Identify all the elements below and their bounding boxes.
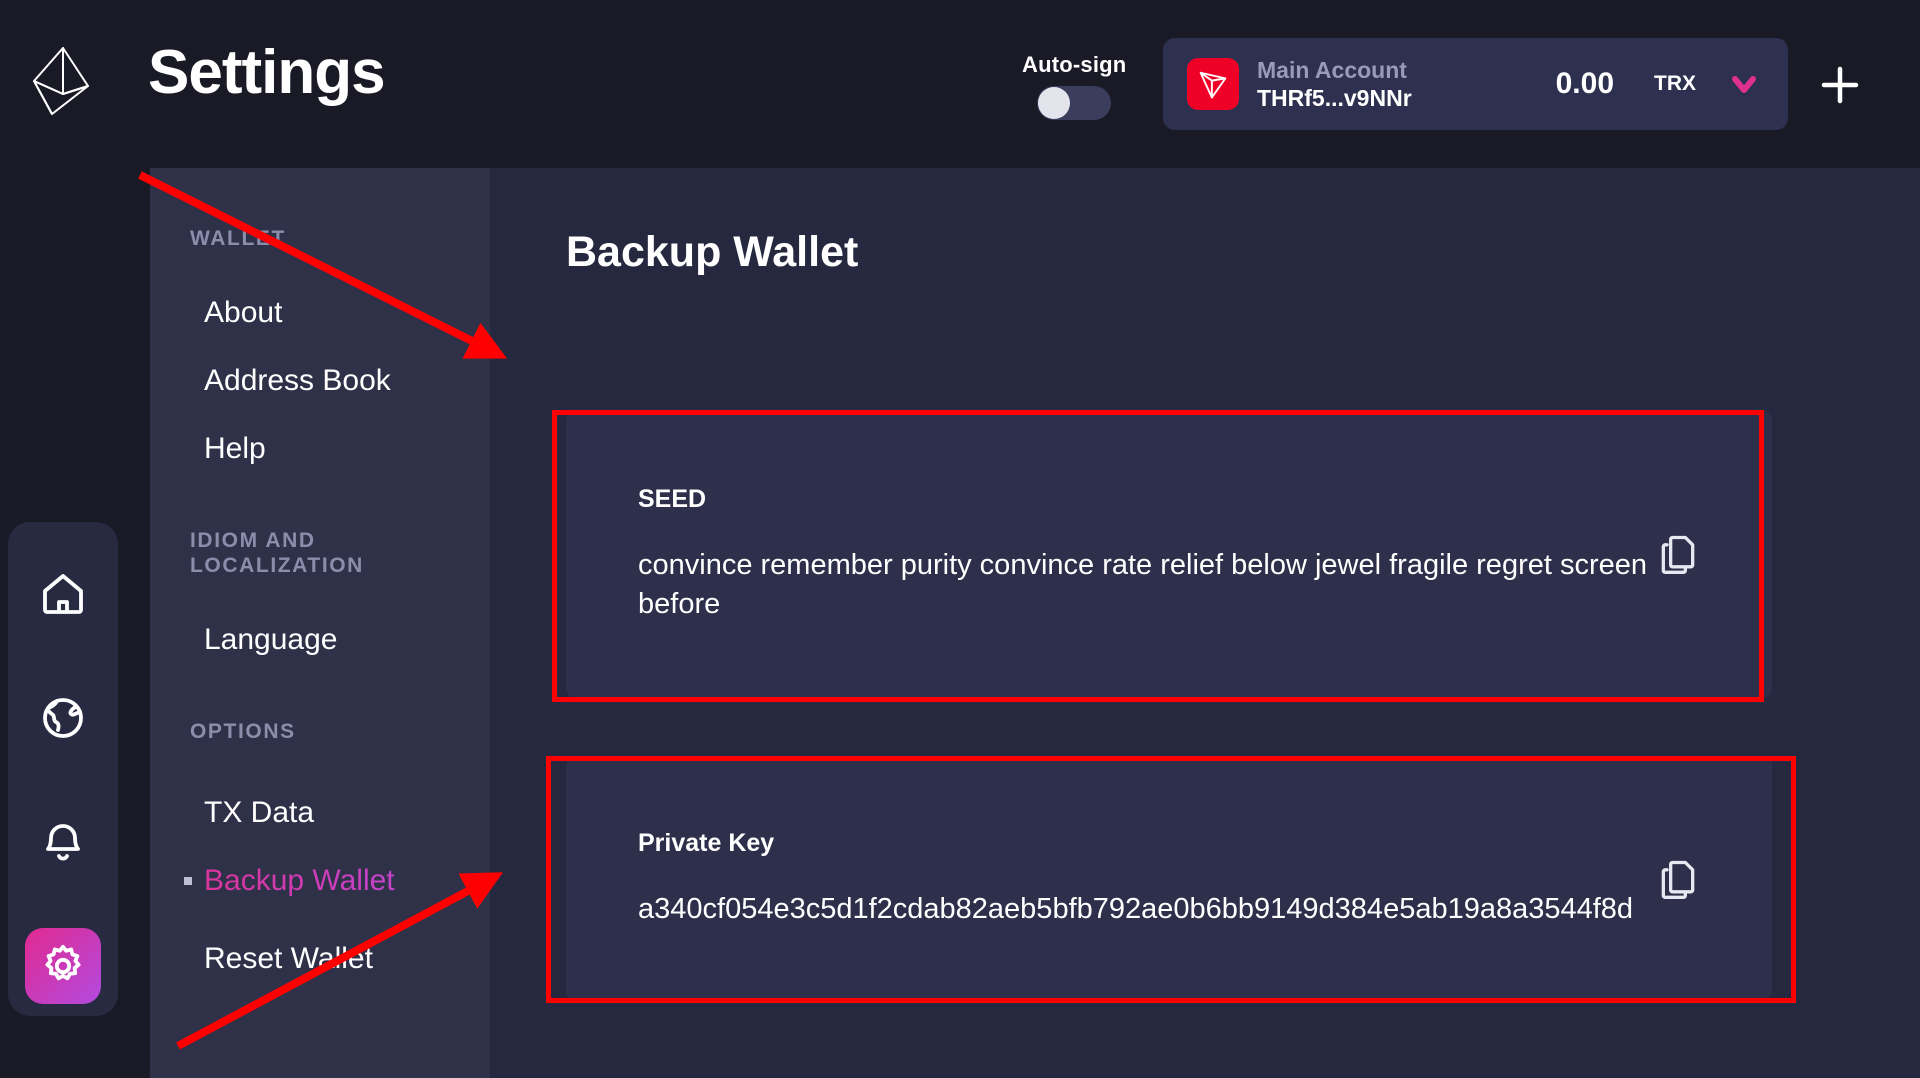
sidebar-group-wallet: WALLET	[190, 227, 286, 250]
auto-sign-toggle[interactable]	[1037, 86, 1112, 120]
sidebar-item-help[interactable]: Help	[150, 432, 490, 466]
chevron-down-icon[interactable]	[1726, 66, 1762, 102]
seed-value: convince remember purity convince rate r…	[638, 549, 1648, 620]
private-key-card-body: Private Key a340cf054e3c5d1f2cdab82aeb5b…	[566, 829, 1656, 928]
account-address: THRf5...v9NNr	[1257, 85, 1412, 111]
content-title: Backup Wallet	[566, 228, 859, 276]
sidebar-item-backup-wallet-label: Backup Wallet	[204, 864, 395, 898]
sidebar-item-backup-wallet[interactable]: Backup Wallet	[150, 864, 490, 898]
app-logo-icon	[22, 40, 104, 120]
account-symbol: TRX	[1654, 72, 1696, 95]
tron-icon	[1187, 58, 1239, 110]
seed-card: SEED convince remember purity convince r…	[566, 410, 1772, 698]
private-key-label: Private Key	[638, 828, 775, 857]
auto-sign-control[interactable]: Auto-sign	[1022, 52, 1126, 120]
sidebar-item-reset-wallet[interactable]: Reset Wallet	[150, 942, 490, 976]
sidebar-group-idiom-localization: IDIOM AND LOCALIZATION	[190, 528, 364, 578]
app-header: Settings Auto-sign Main Account THRf5...…	[0, 0, 1920, 165]
private-key-value: a340cf054e3c5d1f2cdab82aeb5bfb792ae0b6bb…	[638, 892, 1634, 925]
toggle-knob	[1038, 87, 1071, 119]
copy-icon[interactable]	[1656, 857, 1700, 901]
account-name: Main Account	[1257, 56, 1407, 83]
icon-rail	[8, 522, 118, 1016]
copy-icon[interactable]	[1656, 532, 1700, 576]
sidebar-item-tx-data[interactable]: TX Data	[150, 796, 490, 830]
seed-label: SEED	[638, 485, 707, 514]
page-title: Settings	[148, 38, 386, 107]
account-balance: 0.00	[1555, 67, 1614, 100]
app-root: Settings Auto-sign Main Account THRf5...…	[0, 0, 1920, 1078]
sidebar-group-options: OPTIONS	[190, 719, 296, 743]
sidebar-item-address-book[interactable]: Address Book	[150, 364, 490, 398]
sidebar-item-language[interactable]: Language	[150, 623, 490, 657]
account-text: Main Account THRf5...v9NNr	[1257, 57, 1412, 112]
rail-item-home[interactable]	[25, 556, 101, 632]
active-bullet-icon	[184, 877, 192, 886]
sidebar-item-about[interactable]: About	[150, 296, 490, 330]
rail-item-settings[interactable]	[25, 928, 101, 1004]
rail-item-notifications[interactable]	[25, 804, 101, 880]
auto-sign-label: Auto-sign	[1022, 52, 1127, 77]
private-key-card: Private Key a340cf054e3c5d1f2cdab82aeb5b…	[566, 756, 1772, 1001]
add-account-button[interactable]	[1817, 62, 1863, 108]
settings-sidebar: WALLET About Address Book Help IDIOM AND…	[150, 168, 490, 1078]
rail-item-network[interactable]	[25, 680, 101, 756]
account-selector[interactable]: Main Account THRf5...v9NNr 0.00 TRX	[1163, 38, 1788, 130]
seed-card-body: SEED convince remember purity convince r…	[566, 485, 1656, 623]
